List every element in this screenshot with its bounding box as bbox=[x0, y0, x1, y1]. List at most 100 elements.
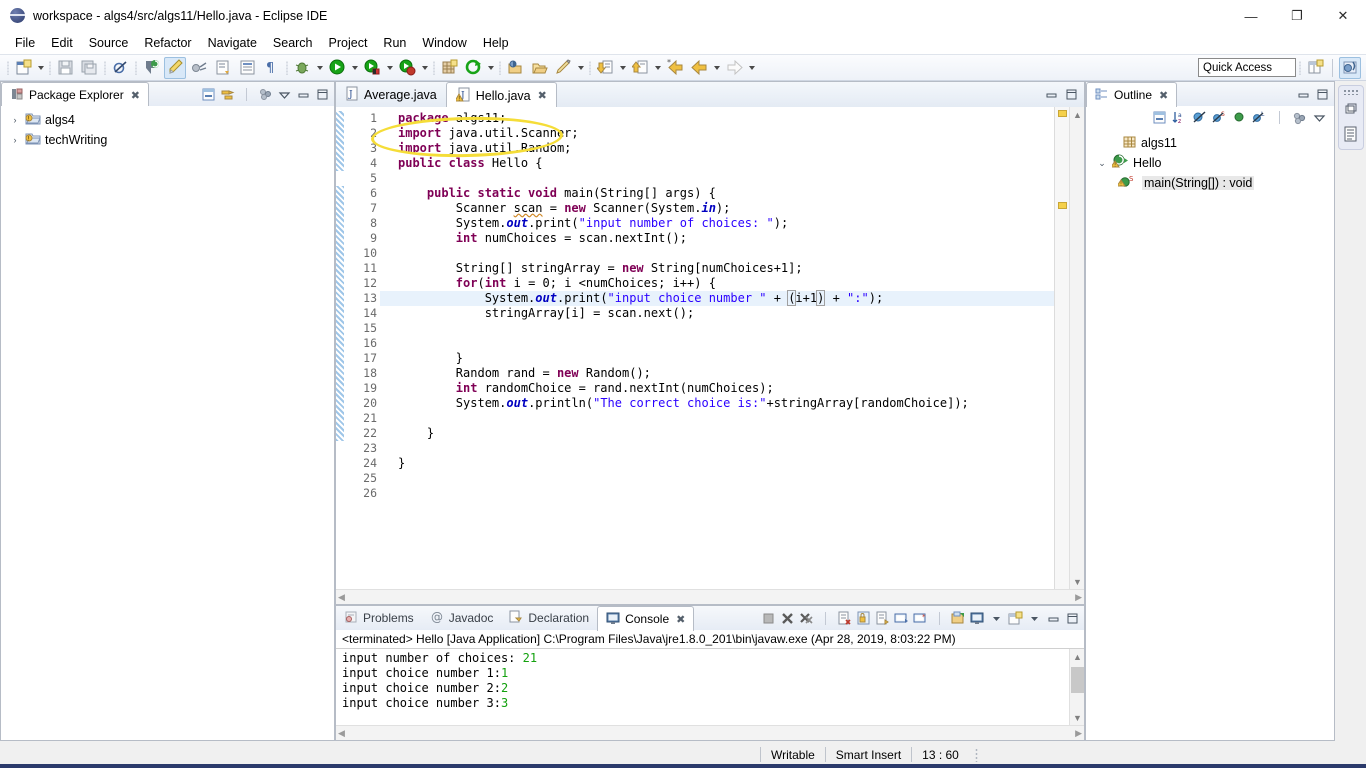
scroll-left-icon[interactable]: ◀ bbox=[338, 728, 345, 739]
tab-hello-java[interactable]: J! Hello.java ✖ bbox=[446, 82, 557, 108]
close-icon[interactable]: ✖ bbox=[131, 89, 140, 102]
console-vertical-scrollbar[interactable]: ▲ ▼ bbox=[1069, 649, 1084, 725]
back-icon[interactable] bbox=[688, 57, 710, 79]
outline-view-icon[interactable] bbox=[1343, 126, 1359, 146]
maximize-icon[interactable] bbox=[313, 85, 331, 103]
toggle-mark-occurrences-icon[interactable] bbox=[140, 57, 162, 79]
open-console-icon[interactable] bbox=[968, 609, 986, 627]
hide-local-types-icon[interactable]: L bbox=[1250, 109, 1268, 127]
new-wizard-icon[interactable] bbox=[12, 57, 34, 79]
collapse-all-icon[interactable] bbox=[1150, 109, 1168, 127]
new-console-view-icon[interactable] bbox=[1006, 609, 1024, 627]
tree-item-algs4[interactable]: › ! algs4 bbox=[7, 110, 334, 130]
close-icon[interactable]: ✖ bbox=[538, 89, 547, 102]
run-icon[interactable] bbox=[326, 57, 348, 79]
open-console-dropdown-icon[interactable] bbox=[987, 609, 1005, 627]
menu-refactor[interactable]: Refactor bbox=[136, 34, 199, 52]
view-menu-dots-icon[interactable] bbox=[256, 85, 274, 103]
quick-access-input[interactable]: Quick Access bbox=[1198, 58, 1296, 77]
scrollbar-thumb[interactable] bbox=[1071, 667, 1084, 693]
collapse-all-icon[interactable] bbox=[199, 85, 217, 103]
link-with-editor-icon[interactable] bbox=[1290, 109, 1308, 127]
code-editor[interactable]: 1 2 3 4 5 6 7 ! 8 9 10 11 12 13 bbox=[336, 107, 1084, 589]
coverage-icon[interactable] bbox=[361, 57, 383, 79]
warning-marker[interactable] bbox=[1058, 110, 1067, 117]
console-text[interactable]: input number of choices: 21 input choice… bbox=[336, 649, 1069, 725]
menu-project[interactable]: Project bbox=[321, 34, 376, 52]
new-java-project-icon[interactable] bbox=[438, 57, 460, 79]
debug-dropdown-icon[interactable] bbox=[314, 57, 325, 79]
tab-problems[interactable]: Problems bbox=[336, 606, 422, 630]
scroll-lock-icon[interactable] bbox=[854, 609, 872, 627]
outline-item-package[interactable]: algs11 bbox=[1092, 133, 1334, 153]
view-menu-icon[interactable] bbox=[1310, 109, 1328, 127]
clear-console-icon[interactable] bbox=[835, 609, 853, 627]
debug-icon[interactable] bbox=[291, 57, 313, 79]
open-package-icon[interactable] bbox=[504, 57, 526, 79]
outline-item-method[interactable]: !S main(String[]) : void bbox=[1092, 173, 1334, 193]
java-perspective-icon[interactable] bbox=[1339, 57, 1361, 79]
outline-toggle-icon[interactable] bbox=[236, 57, 258, 79]
menu-navigate[interactable]: Navigate bbox=[200, 34, 265, 52]
back-dropdown-icon[interactable] bbox=[711, 57, 722, 79]
minimize-icon[interactable] bbox=[1294, 85, 1312, 103]
display-selected-console-icon[interactable] bbox=[949, 609, 967, 627]
scroll-down-icon[interactable]: ▼ bbox=[1070, 710, 1085, 725]
editor-vertical-scrollbar[interactable]: ▲ ▼ bbox=[1069, 107, 1084, 589]
save-icon[interactable] bbox=[54, 57, 76, 79]
save-all-icon[interactable] bbox=[78, 57, 100, 79]
previous-annotation-icon[interactable] bbox=[629, 57, 651, 79]
restore-icon[interactable]: ❐ bbox=[1274, 0, 1320, 32]
search-icon[interactable] bbox=[552, 57, 574, 79]
refresh-dropdown-icon[interactable] bbox=[485, 57, 496, 79]
minimize-icon[interactable]: — bbox=[1228, 0, 1274, 32]
minimize-icon[interactable] bbox=[1042, 86, 1060, 104]
scroll-up-icon[interactable]: ▲ bbox=[1070, 107, 1085, 122]
tab-javadoc[interactable]: @ Javadoc bbox=[422, 606, 502, 630]
previous-annotation-dropdown-icon[interactable] bbox=[652, 57, 663, 79]
minimize-icon[interactable] bbox=[1044, 609, 1062, 627]
menu-source[interactable]: Source bbox=[81, 34, 137, 52]
word-wrap-icon[interactable] bbox=[873, 609, 891, 627]
console-horizontal-scrollbar[interactable]: ◀ ▶ bbox=[336, 725, 1084, 740]
tab-average-java[interactable]: J Average.java bbox=[336, 82, 446, 107]
hide-fields-icon[interactable] bbox=[1190, 109, 1208, 127]
drag-handle-dots[interactable] bbox=[1343, 89, 1359, 95]
next-annotation-dropdown-icon[interactable] bbox=[617, 57, 628, 79]
tab-console[interactable]: Console ✖ bbox=[597, 606, 694, 631]
show-console-on-output-icon[interactable] bbox=[892, 609, 910, 627]
expand-arrow-icon[interactable]: › bbox=[9, 135, 21, 145]
menu-file[interactable]: File bbox=[7, 34, 43, 52]
restore-icon[interactable] bbox=[1343, 101, 1359, 120]
tree-item-techwriting[interactable]: › ! techWriting bbox=[7, 130, 334, 150]
overview-ruler[interactable] bbox=[1054, 107, 1069, 589]
remove-all-terminated-icon[interactable] bbox=[797, 609, 815, 627]
warning-marker[interactable] bbox=[1058, 202, 1067, 209]
menu-search[interactable]: Search bbox=[265, 34, 321, 52]
menu-edit[interactable]: Edit bbox=[43, 34, 81, 52]
external-tools-icon[interactable] bbox=[396, 57, 418, 79]
scroll-up-icon[interactable]: ▲ bbox=[1070, 649, 1085, 664]
outline-item-class[interactable]: ⌄ ! Hello bbox=[1092, 153, 1334, 173]
skip-breakpoints-icon[interactable] bbox=[109, 57, 131, 79]
status-resize-grip[interactable] bbox=[975, 748, 978, 762]
refresh-icon[interactable] bbox=[462, 57, 484, 79]
tab-outline[interactable]: Outline ✖ bbox=[1086, 82, 1177, 107]
maximize-icon[interactable] bbox=[1313, 85, 1331, 103]
search-dropdown-icon[interactable] bbox=[575, 57, 586, 79]
open-type-icon[interactable] bbox=[212, 57, 234, 79]
menu-window[interactable]: Window bbox=[414, 34, 474, 52]
sort-icon[interactable]: az bbox=[1170, 109, 1188, 127]
next-annotation-icon[interactable] bbox=[594, 57, 616, 79]
close-icon[interactable]: ✖ bbox=[1159, 89, 1168, 102]
forward-dropdown-icon[interactable] bbox=[746, 57, 757, 79]
scroll-right-icon[interactable]: ▶ bbox=[1075, 728, 1082, 739]
tab-package-explorer[interactable]: Package Explorer ✖ bbox=[1, 82, 149, 107]
hide-static-icon[interactable]: S bbox=[1210, 109, 1228, 127]
hide-non-public-icon[interactable] bbox=[1230, 109, 1248, 127]
open-folder-icon[interactable] bbox=[528, 57, 550, 79]
scroll-right-icon[interactable]: ▶ bbox=[1075, 592, 1082, 603]
source-text[interactable]: package algs11; import java.util.Scanner… bbox=[380, 107, 1054, 589]
tab-declaration[interactable]: Declaration bbox=[501, 606, 597, 630]
link-with-editor-icon[interactable] bbox=[218, 85, 236, 103]
